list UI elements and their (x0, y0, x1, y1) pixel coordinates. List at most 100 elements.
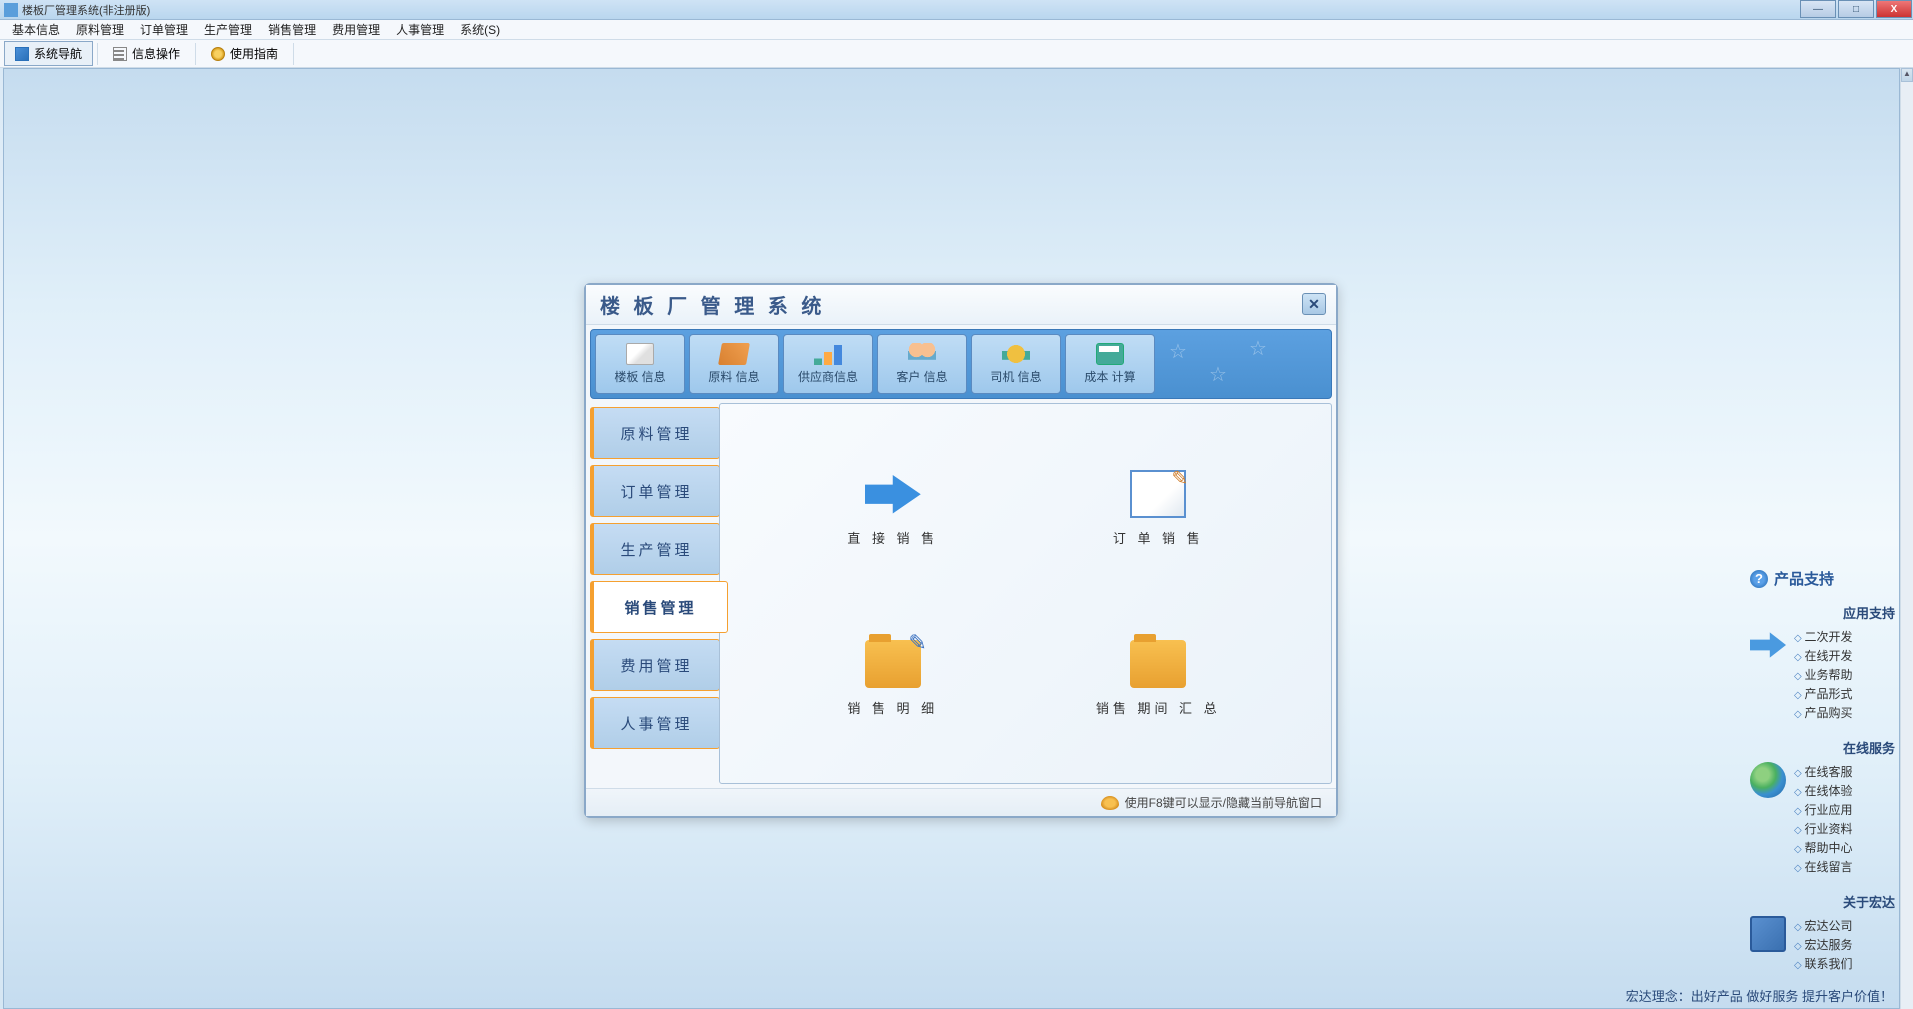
support-link[interactable]: 行业应用 (1794, 800, 1895, 819)
side-tab-material[interactable]: 原料管理 (590, 407, 720, 459)
tool-system-nav[interactable]: 系统导航 (4, 41, 93, 66)
item-label: 订 单 销 售 (1113, 528, 1204, 547)
support-link[interactable]: 在线客服 (1794, 762, 1895, 781)
close-button[interactable]: X (1876, 0, 1912, 18)
nbtn-label: 司机 信息 (990, 368, 1041, 385)
toolbar: 系统导航 信息操作 使用指南 (0, 40, 1913, 68)
link-list: 宏达公司 宏达服务 联系我们 (1794, 916, 1895, 973)
section-title: 关于宏达 (1750, 892, 1895, 911)
support-section-app: 应用支持 二次开发 在线开发 业务帮助 产品形式 产品购买 (1750, 603, 1895, 722)
nav-btn-floor-info[interactable]: 楼板 信息 (595, 334, 685, 394)
side-tab-expense[interactable]: 费用管理 (590, 639, 720, 691)
menu-sales-mgmt[interactable]: 销售管理 (260, 19, 324, 40)
content-pane: 直 接 销 售 订 单 销 售 销 售 明 细 销售 期间 汇 总 (719, 403, 1332, 784)
support-panel: ? 产品支持 应用支持 二次开发 在线开发 业务帮助 产品形式 产品购买 在线服… (1750, 568, 1895, 989)
support-link[interactable]: 宏达服务 (1794, 935, 1895, 954)
support-link[interactable]: 二次开发 (1794, 627, 1895, 646)
tool-label: 使用指南 (230, 45, 278, 62)
chart-icon (814, 343, 842, 365)
support-link[interactable]: 在线留言 (1794, 857, 1895, 876)
menu-production-mgmt[interactable]: 生产管理 (196, 19, 260, 40)
link-list: 在线客服 在线体验 行业应用 行业资料 帮助中心 在线留言 (1794, 762, 1895, 876)
side-tab-hr[interactable]: 人事管理 (590, 697, 720, 749)
content-grid: 直 接 销 售 订 单 销 售 销 售 明 细 销售 期间 汇 总 (720, 404, 1331, 783)
support-link[interactable]: 产品形式 (1794, 684, 1895, 703)
minimize-button[interactable]: — (1800, 0, 1836, 18)
item-direct-sale[interactable]: 直 接 销 售 (780, 444, 1006, 574)
nav-btn-driver-info[interactable]: 司机 信息 (971, 334, 1061, 394)
navigator-close-button[interactable]: ✕ (1302, 293, 1326, 315)
menu-basic-info[interactable]: 基本信息 (4, 19, 68, 40)
nbtn-label: 供应商信息 (798, 368, 858, 385)
support-link[interactable]: 行业资料 (1794, 819, 1895, 838)
navigator-footer: 使用F8键可以显示/隐藏当前导航窗口 (586, 788, 1336, 816)
navigator-toolbar: 楼板 信息 原料 信息 供应商信息 客户 信息 司机 信息 成本 计算 ☆ ☆ … (590, 329, 1332, 399)
globe-icon (1750, 762, 1786, 798)
nav-btn-material-info[interactable]: 原料 信息 (689, 334, 779, 394)
support-header: ? 产品支持 (1750, 568, 1895, 589)
tool-info-op[interactable]: 信息操作 (102, 41, 191, 66)
monitor-icon (1750, 916, 1786, 952)
support-link[interactable]: 产品购买 (1794, 703, 1895, 722)
menu-hr-mgmt[interactable]: 人事管理 (388, 19, 452, 40)
support-title: 产品支持 (1774, 568, 1834, 589)
support-section-online: 在线服务 在线客服 在线体验 行业应用 行业资料 帮助中心 在线留言 (1750, 738, 1895, 876)
item-sale-period-summary[interactable]: 销售 期间 汇 总 (1046, 614, 1272, 744)
list-icon (113, 47, 127, 61)
support-link[interactable]: 帮助中心 (1794, 838, 1895, 857)
folder-pen-icon (865, 640, 921, 688)
item-label: 销售 期间 汇 总 (1096, 698, 1221, 717)
side-tab-sales[interactable]: 销售管理 (590, 581, 728, 633)
section-title: 应用支持 (1750, 603, 1895, 622)
vertical-scrollbar[interactable]: ▲ (1900, 68, 1913, 1009)
hint-icon (1101, 796, 1119, 810)
support-link[interactable]: 联系我们 (1794, 954, 1895, 973)
arrow-icon (1750, 627, 1786, 663)
item-order-sale[interactable]: 订 单 销 售 (1046, 444, 1272, 574)
menu-material-mgmt[interactable]: 原料管理 (68, 19, 132, 40)
nbtn-label: 成本 计算 (1084, 368, 1135, 385)
side-tab-order[interactable]: 订单管理 (590, 465, 720, 517)
menubar: 基本信息 原料管理 订单管理 生产管理 销售管理 费用管理 人事管理 系统(S) (0, 20, 1913, 40)
separator (97, 43, 98, 65)
menu-system[interactable]: 系统(S) (452, 19, 508, 40)
side-tabs: 原料管理 订单管理 生产管理 销售管理 费用管理 人事管理 (590, 403, 720, 784)
nbtn-label: 楼板 信息 (614, 368, 665, 385)
footer-hint: 使用F8键可以显示/隐藏当前导航窗口 (1125, 794, 1322, 811)
support-link[interactable]: 宏达公司 (1794, 916, 1895, 935)
decorative-stars: ☆ ☆ ☆ (1159, 334, 1327, 394)
book-icon (626, 343, 654, 365)
item-sale-detail[interactable]: 销 售 明 细 (780, 614, 1006, 744)
people-icon (908, 343, 936, 365)
tool-label: 信息操作 (132, 45, 180, 62)
separator (195, 43, 196, 65)
nav-btn-customer-info[interactable]: 客户 信息 (877, 334, 967, 394)
app-icon (4, 3, 18, 17)
nav-btn-cost-calc[interactable]: 成本 计算 (1065, 334, 1155, 394)
menu-expense-mgmt[interactable]: 费用管理 (324, 19, 388, 40)
window-titlebar: 楼板厂管理系统(非注册版) — □ X (0, 0, 1913, 20)
maximize-button[interactable]: □ (1838, 0, 1874, 18)
separator (293, 43, 294, 65)
tool-label: 系统导航 (34, 45, 82, 62)
item-label: 直 接 销 售 (847, 528, 938, 547)
support-section-about: 关于宏达 宏达公司 宏达服务 联系我们 (1750, 892, 1895, 973)
navigator-title: 楼 板 厂 管 理 系 统 (600, 290, 825, 319)
nav-icon (15, 47, 29, 61)
arrow-right-icon (865, 470, 921, 518)
side-tab-production[interactable]: 生产管理 (590, 523, 720, 575)
navigator-panel: 楼 板 厂 管 理 系 统 ✕ 楼板 信息 原料 信息 供应商信息 客户 信息 … (584, 283, 1338, 818)
tool-guide[interactable]: 使用指南 (200, 41, 289, 66)
section-title: 在线服务 (1750, 738, 1895, 757)
support-link[interactable]: 在线体验 (1794, 781, 1895, 800)
help-icon (211, 47, 225, 61)
question-icon: ? (1750, 570, 1768, 588)
books-icon (718, 343, 750, 365)
menu-order-mgmt[interactable]: 订单管理 (132, 19, 196, 40)
support-link[interactable]: 业务帮助 (1794, 665, 1895, 684)
nav-btn-supplier-info[interactable]: 供应商信息 (783, 334, 873, 394)
slogan: 宏达理念：出好产品 做好服务 提升客户价值！ (1626, 986, 1893, 1005)
note-icon (1130, 470, 1186, 518)
support-link[interactable]: 在线开发 (1794, 646, 1895, 665)
scroll-up-button[interactable]: ▲ (1901, 68, 1913, 82)
